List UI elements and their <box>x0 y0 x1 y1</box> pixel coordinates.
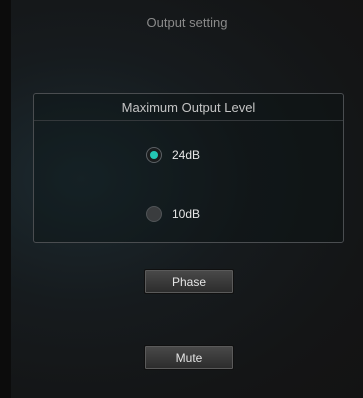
group-header: Maximum Output Level <box>34 94 343 121</box>
panel-title: Output setting <box>146 15 228 30</box>
radio-24db[interactable] <box>146 147 162 163</box>
option-10db[interactable]: 10dB <box>146 204 200 224</box>
output-setting-panel: Output setting Maximum Output Level 24dB… <box>11 0 363 398</box>
maximum-output-level-group: Maximum Output Level 24dB 10dB <box>33 93 344 243</box>
option-24db-label: 24dB <box>172 148 201 162</box>
group-title: Maximum Output Level <box>121 100 256 115</box>
mute-button[interactable]: Mute <box>144 345 234 370</box>
phase-button[interactable]: Phase <box>144 269 234 294</box>
option-10db-label: 10dB <box>172 207 201 221</box>
option-24db[interactable]: 24dB <box>146 145 200 165</box>
radio-10db[interactable] <box>146 206 162 222</box>
